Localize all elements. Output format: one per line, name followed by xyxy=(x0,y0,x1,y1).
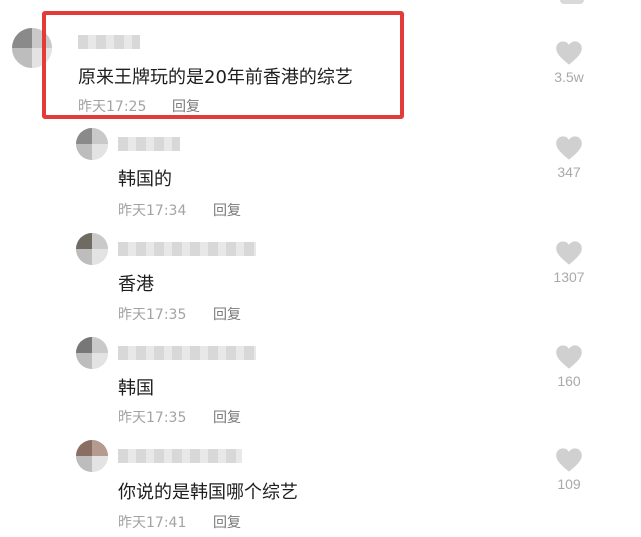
comment-item: 韩国 昨天17:35 回复 160 xyxy=(0,334,641,434)
like-count: 160 xyxy=(557,373,581,389)
like-button[interactable]: 3.5w xyxy=(539,40,599,85)
avatar[interactable] xyxy=(76,233,108,265)
comment-time: 昨天17:41 xyxy=(118,515,187,531)
comment-time: 昨天17:34 xyxy=(118,203,187,219)
like-button[interactable]: 347 xyxy=(539,135,599,180)
avatar[interactable] xyxy=(76,337,108,369)
like-button[interactable]: 1307 xyxy=(539,240,599,285)
comment-item: 韩国的 昨天17:34 回复 347 xyxy=(0,125,641,225)
comment-text: 韩国 xyxy=(118,378,154,399)
username-blurred[interactable] xyxy=(118,137,180,151)
reply-button[interactable]: 回复 xyxy=(172,96,200,116)
avatar[interactable] xyxy=(76,440,108,472)
heart-icon xyxy=(556,345,582,369)
like-count: 109 xyxy=(557,476,581,492)
comment-time: 昨天17:25 xyxy=(78,99,147,115)
comment-text: 原来王牌玩的是20年前香港的综艺 xyxy=(78,67,353,88)
comment-item: 香港 昨天17:35 回复 1307 xyxy=(0,230,641,330)
comment-text: 你说的是韩国哪个综艺 xyxy=(118,482,298,503)
username-blurred[interactable] xyxy=(118,242,256,256)
reply-button[interactable]: 回复 xyxy=(213,512,241,532)
comment-item: 原来王牌玩的是20年前香港的综艺 昨天17:25 回复 3.5w xyxy=(0,0,641,120)
like-count: 1307 xyxy=(553,269,585,285)
like-button[interactable]: 109 xyxy=(539,447,599,492)
reply-button[interactable]: 回复 xyxy=(213,304,241,324)
heart-icon xyxy=(556,41,582,65)
heart-icon xyxy=(556,448,582,472)
avatar[interactable] xyxy=(76,128,108,160)
heart-icon xyxy=(556,136,582,160)
comment-time: 昨天17:35 xyxy=(118,410,187,426)
like-button[interactable]: 160 xyxy=(539,344,599,389)
comment-time: 昨天17:35 xyxy=(118,307,187,323)
username-blurred[interactable] xyxy=(118,346,256,360)
avatar[interactable] xyxy=(12,28,52,68)
reply-button[interactable]: 回复 xyxy=(213,407,241,427)
like-count: 347 xyxy=(557,164,581,180)
comment-text: 香港 xyxy=(118,274,154,295)
heart-icon xyxy=(556,241,582,265)
username-blurred[interactable] xyxy=(118,449,242,463)
reply-button[interactable]: 回复 xyxy=(213,200,241,220)
comment-text: 韩国的 xyxy=(118,169,172,190)
comment-item: 你说的是韩国哪个综艺 昨天17:41 回复 109 xyxy=(0,437,641,537)
like-count: 3.5w xyxy=(554,69,584,85)
username-blurred[interactable] xyxy=(78,35,140,49)
